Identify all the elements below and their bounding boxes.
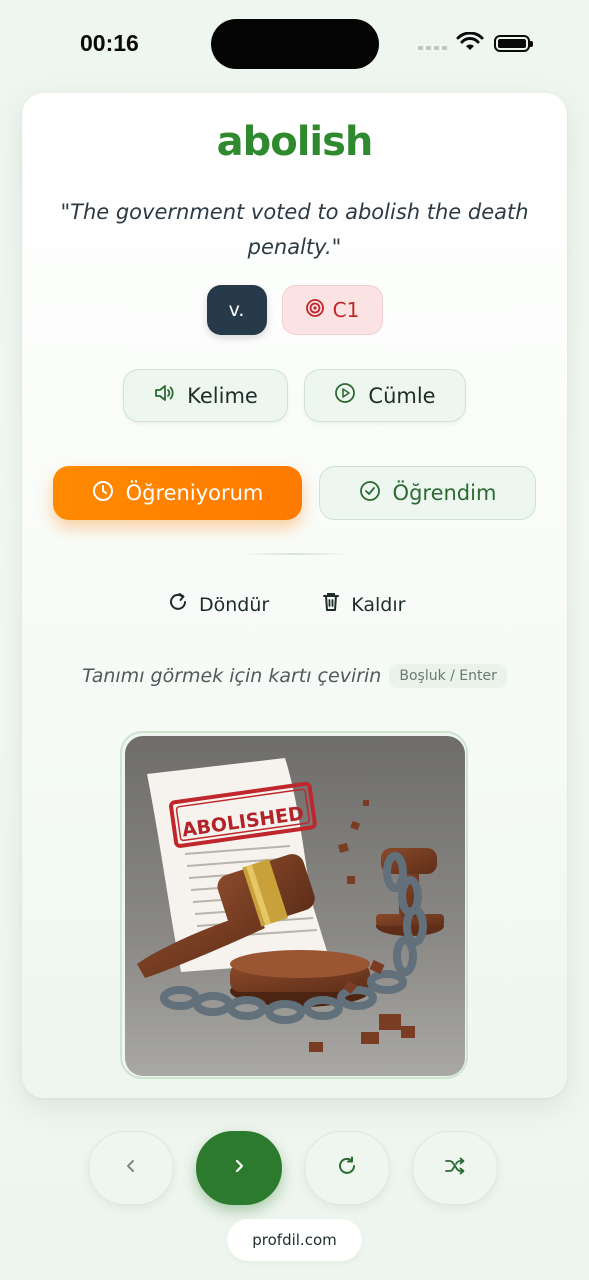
word-illustration: ABOLISHED [120, 731, 468, 1079]
level-badge: C1 [281, 285, 383, 335]
flip-hint-text: Tanımı görmek için kartı çevirin [82, 665, 382, 687]
card-actions: Döndür Kaldır [167, 591, 405, 618]
word-title: abolish [216, 119, 374, 165]
site-link[interactable]: profdil.com [227, 1219, 362, 1261]
flip-button[interactable]: Döndür [167, 591, 269, 618]
play-word-label: Kelime [187, 383, 258, 408]
play-sentence-button[interactable]: Cümle [304, 369, 466, 422]
shuffle-icon [444, 1156, 466, 1180]
audio-controls: Kelime Cümle [22, 369, 567, 422]
previous-card-button[interactable] [88, 1131, 174, 1205]
play-circle-icon [334, 382, 356, 409]
next-card-button[interactable] [196, 1131, 282, 1205]
remove-label: Kaldır [351, 593, 406, 616]
dynamic-island [211, 19, 379, 69]
clock-icon [92, 480, 114, 507]
restart-button[interactable] [304, 1131, 390, 1205]
learning-button[interactable]: Öğreniyorum [53, 466, 302, 520]
chevron-right-icon [232, 1157, 246, 1179]
play-sentence-label: Cümle [368, 383, 436, 408]
status-bar: 00:16 [0, 0, 589, 90]
shuffle-button[interactable] [412, 1131, 498, 1205]
target-icon [305, 298, 325, 323]
part-of-speech-badge: v. [206, 285, 267, 335]
play-word-button[interactable]: Kelime [123, 369, 288, 422]
status-time: 00:16 [80, 30, 139, 56]
trash-icon [321, 591, 341, 618]
remove-button[interactable]: Kaldır [321, 591, 405, 618]
refresh-icon [336, 1155, 358, 1181]
flip-label: Döndür [199, 593, 270, 616]
chevron-left-icon [124, 1157, 138, 1179]
flip-hint: Tanımı görmek için kartı çevirin Boşluk … [22, 664, 567, 688]
example-sentence: "The government voted to abolish the dea… [60, 200, 529, 259]
learned-button[interactable]: Öğrendim [319, 466, 536, 520]
flash-card[interactable]: abolish "The government voted to abolish… [22, 93, 567, 1098]
card-navigation [88, 1131, 498, 1205]
speaker-icon [153, 383, 175, 408]
rotate-icon [167, 591, 189, 618]
learning-label: Öğreniyorum [125, 481, 264, 505]
check-circle-icon [359, 480, 381, 507]
battery-icon [494, 35, 533, 52]
word-tags: v. C1 [22, 285, 567, 335]
learning-status-controls: Öğreniyorum Öğrendim [53, 466, 536, 520]
keyboard-shortcut-badge: Boşluk / Enter [389, 664, 507, 688]
level-label: C1 [332, 298, 360, 322]
divider [240, 553, 350, 555]
cellular-signal-icon [418, 46, 447, 50]
wifi-icon [456, 31, 484, 56]
learned-label: Öğrendim [392, 481, 497, 505]
